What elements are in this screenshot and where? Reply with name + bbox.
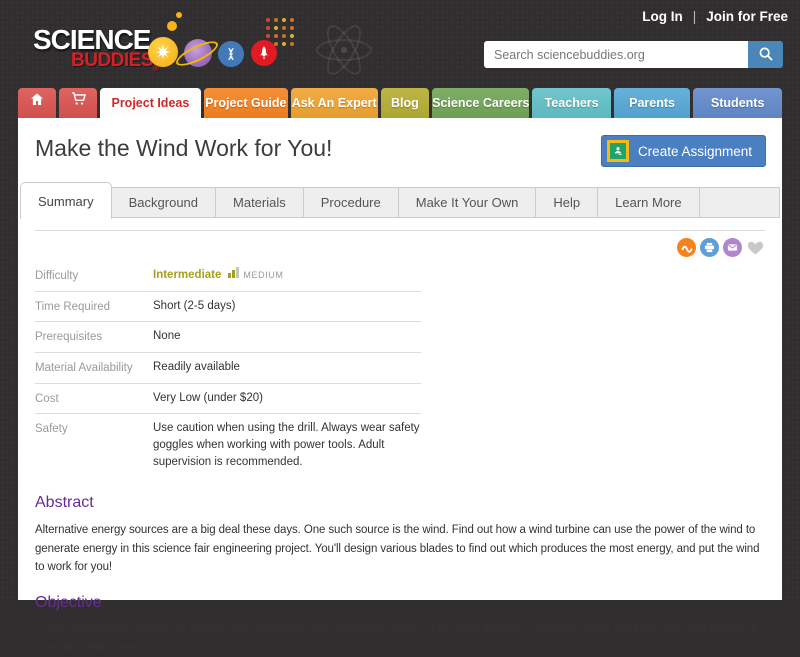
search-button[interactable] [748,41,783,68]
detail-row-material-availability: Material Availability Readily available [35,353,421,384]
search-icon [757,45,774,65]
cart-button[interactable] [59,88,97,118]
google-classroom-icon [606,140,629,162]
science-buddies-logo[interactable]: SCIENCE BUDDIES® [33,26,159,73]
detail-row-time-required: Time Required Short (2-5 days) [35,292,421,323]
detail-label: Safety [35,423,68,436]
site-search [484,41,783,68]
detail-value: Very Low (under $20) [153,391,263,404]
detail-value: None [153,330,181,343]
nav-item-teachers[interactable]: Teachers [532,88,611,118]
detail-row-safety: Safety Use caution when using the drill.… [35,414,421,476]
abstract-text: Alternative energy sources are a big dea… [35,524,760,573]
nav-item-parents[interactable]: Parents [613,88,691,118]
tab-learn-more[interactable]: Learn More [598,188,700,217]
dna-icon [218,41,244,67]
abstract-heading: Abstract [35,494,94,512]
primary-nav: Project Ideas Project Guide Ask An Exper… [18,88,782,118]
nav-item-ask-an-expert[interactable]: Ask An Expert [290,88,378,118]
rocket-icon [251,40,277,66]
objective-text: In this engineering science fair project… [35,623,758,654]
bubble-decor [176,12,182,18]
create-assignment-label: Create Assignment [637,143,752,159]
detail-label: Time Required [35,300,110,313]
email-icon[interactable] [723,238,742,257]
search-input[interactable] [484,41,748,68]
sun-icon [148,37,178,67]
atom-decor-icon [314,20,374,80]
title-row: Make the Wind Work for You! Create Assig… [18,118,782,185]
detail-label: Difficulty [35,270,79,282]
cart-icon [70,88,87,118]
tab-procedure[interactable]: Procedure [304,188,399,217]
detail-value: Readily available [153,361,240,374]
planet-icon [173,36,221,71]
difficulty-level-badge: MEDIUM [243,270,284,280]
print-icon[interactable] [700,238,719,257]
detail-value: Short (2-5 days) [153,299,236,312]
project-details-table: Difficulty Intermediate MEDIUM Time Requi… [35,261,421,476]
tab-materials[interactable]: Materials [216,188,304,217]
wave-share-icon[interactable] [677,238,696,257]
home-button[interactable] [18,88,56,118]
detail-label: Material Availability [35,362,133,375]
detail-value: Intermediate MEDIUM [153,267,284,285]
nav-item-project-ideas[interactable]: Project Ideas [100,88,201,118]
summary-content: Difficulty Intermediate MEDIUM Time Requi… [18,230,782,657]
bubble-decor [167,21,177,31]
difficulty-meter-icon [228,267,240,278]
nav-item-students[interactable]: Students [693,88,782,118]
project-tabbar: Summary Background Materials Procedure M… [20,182,780,219]
tab-help[interactable]: Help [536,188,599,217]
auth-separator: | [692,9,697,24]
tab-background[interactable]: Background [112,188,217,217]
nav-item-blog[interactable]: Blog [380,88,430,118]
home-icon [29,88,45,118]
nav-item-project-guide[interactable]: Project Guide [203,88,288,118]
share-toolbar [35,230,765,257]
detail-row-prerequisites: Prerequisites None [35,322,421,354]
abstract-section: Abstract Alternative energy sources are … [35,494,765,575]
main-panel: Make the Wind Work for You! Create Assig… [18,118,782,654]
detail-row-cost: Cost Very Low (under $20) [35,384,421,415]
detail-label: Prerequisites [35,331,103,344]
auth-links: Log In | Join for Free [642,9,788,24]
login-link[interactable]: Log In [642,9,683,24]
join-link[interactable]: Join for Free [706,9,788,24]
favorite-heart-icon[interactable] [746,238,765,257]
detail-value: Use caution when using the drill. Always… [153,422,420,468]
site-header: SCIENCE BUDDIES® Log In | Join for Free [0,0,800,118]
objective-section: Objective In this engineering science fa… [35,594,765,657]
difficulty-value: Intermediate [153,269,222,281]
tab-make-it-your-own[interactable]: Make It Your Own [399,188,537,217]
create-assignment-button[interactable]: Create Assignment [600,135,766,167]
logo-text-buddies: BUDDIES® [71,50,159,73]
detail-row-difficulty: Difficulty Intermediate MEDIUM [35,261,421,292]
objective-heading: Objective [35,593,102,611]
page-title: Make the Wind Work for You! [35,135,333,161]
tab-summary[interactable]: Summary [20,182,112,219]
detail-label: Cost [35,392,59,405]
nav-item-science-careers[interactable]: Science Careers [432,88,530,118]
